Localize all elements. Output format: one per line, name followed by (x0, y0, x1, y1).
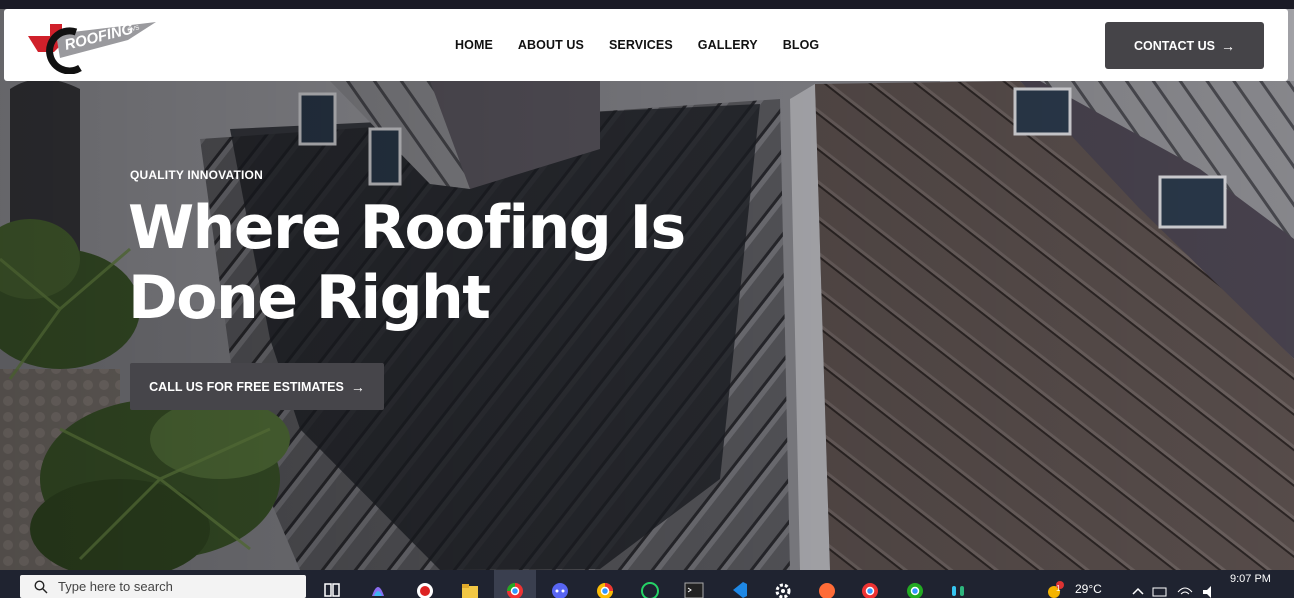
chrome-icon-3[interactable] (860, 580, 880, 598)
nav-blog[interactable]: BLOG (783, 38, 820, 52)
whatsapp-icon[interactable] (640, 580, 660, 598)
slack-icon[interactable] (948, 580, 968, 598)
terminal-icon[interactable] (684, 580, 704, 598)
volume-icon[interactable] (1200, 580, 1220, 598)
recorder-icon[interactable] (415, 580, 435, 598)
vscode-icon[interactable] (729, 580, 749, 598)
notification-badge: 1 (1056, 584, 1061, 593)
discord-icon[interactable] (550, 580, 570, 598)
settings-gear-icon[interactable] (773, 580, 793, 598)
search-placeholder: Type here to search (58, 579, 173, 594)
temperature-readout: 29°C (1075, 582, 1102, 596)
contact-us-label: CONTACT US (1133, 38, 1215, 53)
nav-about-us[interactable]: ABOUT US (518, 38, 584, 52)
windows-taskbar: Type here to search 1 29°C 9:07 PM (0, 570, 1294, 598)
chrome-icon-2[interactable] (595, 580, 615, 598)
main-nav: HOME ABOUT US SERVICES GALLERY BLOG (455, 9, 819, 81)
nav-gallery[interactable]: GALLERY (698, 38, 758, 52)
battery-icon[interactable] (1150, 580, 1170, 598)
contact-us-button[interactable]: CONTACT US → (1105, 22, 1264, 69)
hero-headline-line2: Done Right (128, 263, 491, 333)
arrow-right-icon: → (350, 378, 365, 395)
free-estimates-label: CALL US FOR FREE ESTIMATES (149, 379, 344, 394)
arrow-right-icon: → (1221, 37, 1235, 54)
hero-kicker: QUALITY INNOVATION (130, 168, 263, 182)
search-icon (34, 579, 48, 593)
nav-services[interactable]: SERVICES (609, 38, 673, 52)
weather-icon[interactable] (1045, 580, 1065, 598)
wifi-icon[interactable] (1175, 580, 1195, 598)
taskbar-search-box[interactable]: Type here to search (20, 575, 306, 598)
browser-top-strip (0, 0, 1294, 9)
copilot-icon[interactable] (368, 580, 388, 598)
logo-text: ROOFING (63, 20, 135, 54)
file-explorer-icon[interactable] (460, 580, 480, 598)
company-logo[interactable]: ROOFING SVS (28, 18, 158, 74)
postman-icon[interactable] (817, 580, 837, 598)
chrome-icon[interactable] (505, 580, 525, 598)
hero-headline-line1: Where Roofing Is (128, 193, 686, 263)
clock-time[interactable]: 9:07 PM (1230, 573, 1271, 585)
nav-home[interactable]: HOME (455, 38, 493, 52)
task-view-icon[interactable] (322, 580, 342, 598)
free-estimates-button[interactable]: CALL US FOR FREE ESTIMATES → (130, 363, 384, 410)
chrome-icon-4[interactable] (905, 580, 925, 598)
hero-headline: Where Roofing Is Done Right (128, 193, 748, 333)
site-header: ROOFING SVS HOME ABOUT US SERVICES GALLE… (4, 9, 1288, 81)
chevron-up-icon[interactable] (1128, 580, 1148, 598)
